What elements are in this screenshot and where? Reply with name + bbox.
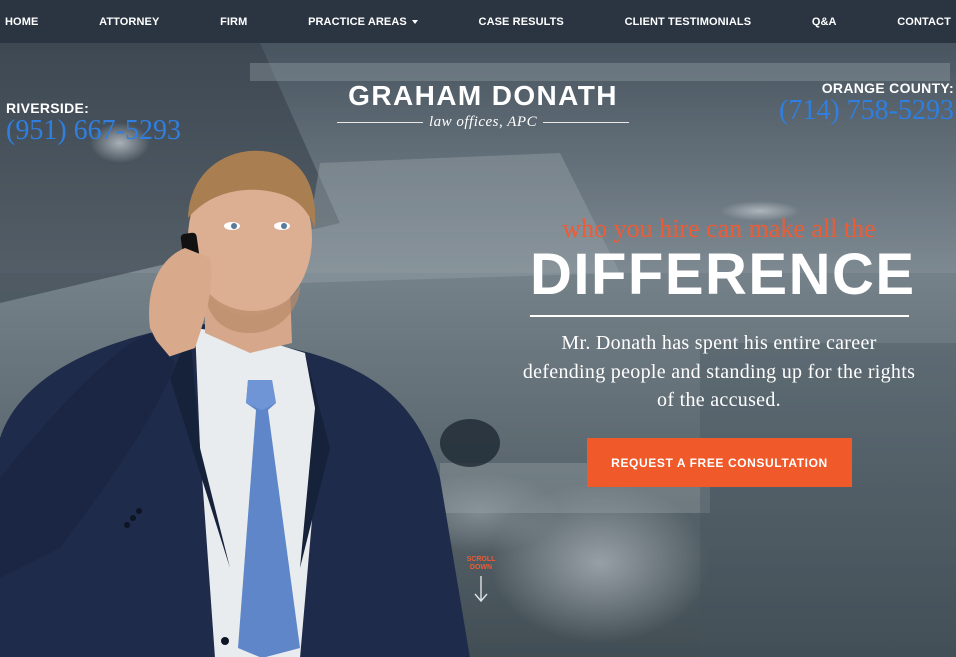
orange-county-phone-block: ORANGE COUNTY: (714) 758-5293 xyxy=(779,80,954,126)
scroll-label-1: SCROLL xyxy=(466,556,496,563)
logo-divider-right xyxy=(543,122,630,123)
request-consultation-button[interactable]: REQUEST A FREE CONSULTATION xyxy=(587,438,852,487)
main-nav: HOME ATTORNEY FIRM PRACTICE AREAS CASE R… xyxy=(0,0,956,43)
chevron-down-icon xyxy=(411,19,418,24)
hero-section: RIVERSIDE: (951) 667-5293 ORANGE COUNTY:… xyxy=(0,43,956,657)
site-logo[interactable]: GRAHAM DONATH law offices, APC xyxy=(337,80,630,131)
riverside-phone-link[interactable]: (951) 667-5293 xyxy=(6,116,181,146)
logo-name: GRAHAM DONATH xyxy=(348,80,618,111)
nav-practice-areas-label: PRACTICE AREAS xyxy=(308,15,407,28)
orange-county-phone-link[interactable]: (714) 758-5293 xyxy=(779,96,954,126)
attorney-photo xyxy=(0,150,470,657)
orange-county-label: ORANGE COUNTY: xyxy=(821,80,954,96)
hero-divider xyxy=(530,315,909,317)
nav-case-results[interactable]: CASE RESULTS xyxy=(479,16,564,28)
logo-divider-left xyxy=(337,122,423,123)
nav-home[interactable]: HOME xyxy=(5,16,38,28)
hero-description: Mr. Donath has spent his entire career d… xyxy=(522,332,916,411)
arrow-down-icon xyxy=(474,576,488,603)
nav-attorney[interactable]: ATTORNEY xyxy=(99,16,159,28)
nav-qa[interactable]: Q&A xyxy=(812,16,837,28)
nav-practice-areas[interactable]: PRACTICE AREAS xyxy=(308,16,418,28)
logo-subtitle-row: law offices, APC xyxy=(337,114,630,131)
riverside-label: RIVERSIDE: xyxy=(6,100,90,116)
nav-contact[interactable]: CONTACT xyxy=(897,16,951,28)
riverside-phone-block: RIVERSIDE: (951) 667-5293 xyxy=(6,100,181,146)
logo-subtitle: law offices, APC xyxy=(428,114,538,130)
scroll-down-indicator[interactable]: SCROLL DOWN xyxy=(464,556,498,609)
nav-firm[interactable]: FIRM xyxy=(220,16,247,28)
scroll-label-2: DOWN xyxy=(469,564,493,571)
nav-client-testimonials[interactable]: CLIENT TESTIMONIALS xyxy=(625,16,752,28)
hero-headline: DIFFERENCE xyxy=(530,242,916,307)
